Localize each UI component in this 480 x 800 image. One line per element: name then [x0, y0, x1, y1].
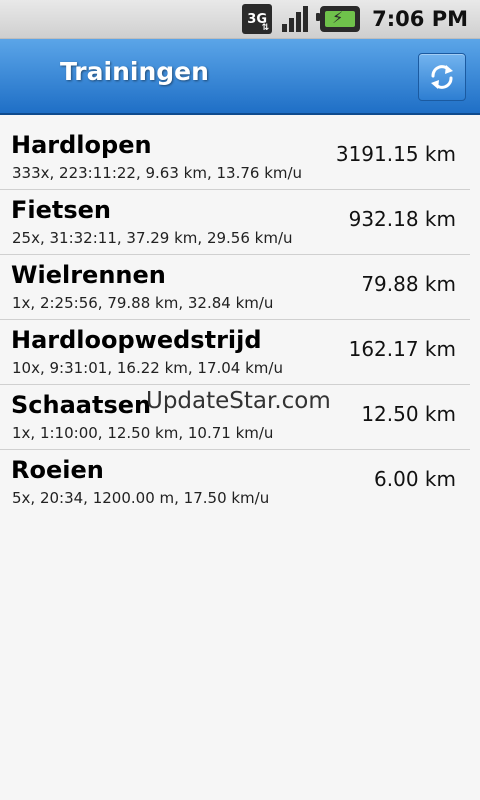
- training-name: Hardlopen: [11, 131, 152, 159]
- training-stats: 333x, 223:11:22, 9.63 km, 13.76 km/u: [12, 164, 303, 182]
- training-total: 3191.15 km: [335, 142, 456, 166]
- status-clock: 7:06 PM: [372, 7, 468, 31]
- training-stats: 10x, 9:31:01, 16.22 km, 17.04 km/u: [12, 359, 283, 377]
- training-name: Hardloopwedstrijd: [11, 326, 262, 354]
- signal-strength-icon: [280, 4, 312, 34]
- training-stats: 1x, 1:10:00, 12.50 km, 10.71 km/u: [12, 424, 274, 442]
- list-item[interactable]: Roeien 5x, 20:34, 1200.00 m, 17.50 km/u …: [0, 450, 470, 514]
- training-total: 6.00 km: [374, 467, 456, 491]
- list-item[interactable]: Wielrennen 1x, 2:25:56, 79.88 km, 32.84 …: [0, 255, 470, 320]
- page-title: Trainingen: [60, 57, 209, 86]
- training-list: Hardlopen 333x, 223:11:22, 9.63 km, 13.7…: [0, 125, 480, 514]
- refresh-icon: [431, 65, 453, 89]
- training-total: 162.17 km: [348, 337, 456, 361]
- training-total: 932.18 km: [348, 207, 456, 231]
- network-3g-icon: 3G ⇅: [242, 4, 273, 34]
- training-total: 79.88 km: [361, 272, 456, 296]
- watermark-text: UpdateStar.com: [146, 388, 331, 414]
- training-stats: 25x, 31:32:11, 37.29 km, 29.56 km/u: [12, 229, 293, 247]
- status-bar: 3G ⇅ ⚡ 7:06 PM: [0, 0, 480, 39]
- list-item[interactable]: Hardlopen 333x, 223:11:22, 9.63 km, 13.7…: [0, 125, 470, 190]
- app-header: Trainingen: [0, 39, 480, 115]
- training-total: 12.50 km: [361, 402, 456, 426]
- training-stats: 5x, 20:34, 1200.00 m, 17.50 km/u: [12, 489, 270, 507]
- training-name: Schaatsen: [11, 391, 152, 419]
- data-arrows-icon: ⇅: [261, 23, 270, 33]
- battery-charging-icon: ⚡: [316, 6, 361, 32]
- refresh-button[interactable]: [418, 53, 466, 101]
- status-icons: 3G ⇅ ⚡ 7:06 PM: [242, 3, 468, 35]
- training-name: Wielrennen: [11, 261, 166, 289]
- list-item[interactable]: Fietsen 25x, 31:32:11, 37.29 km, 29.56 k…: [0, 190, 470, 255]
- training-stats: 1x, 2:25:56, 79.88 km, 32.84 km/u: [12, 294, 274, 312]
- list-item[interactable]: Hardloopwedstrijd 10x, 9:31:01, 16.22 km…: [0, 320, 470, 385]
- training-name: Roeien: [11, 456, 104, 484]
- training-name: Fietsen: [11, 196, 112, 224]
